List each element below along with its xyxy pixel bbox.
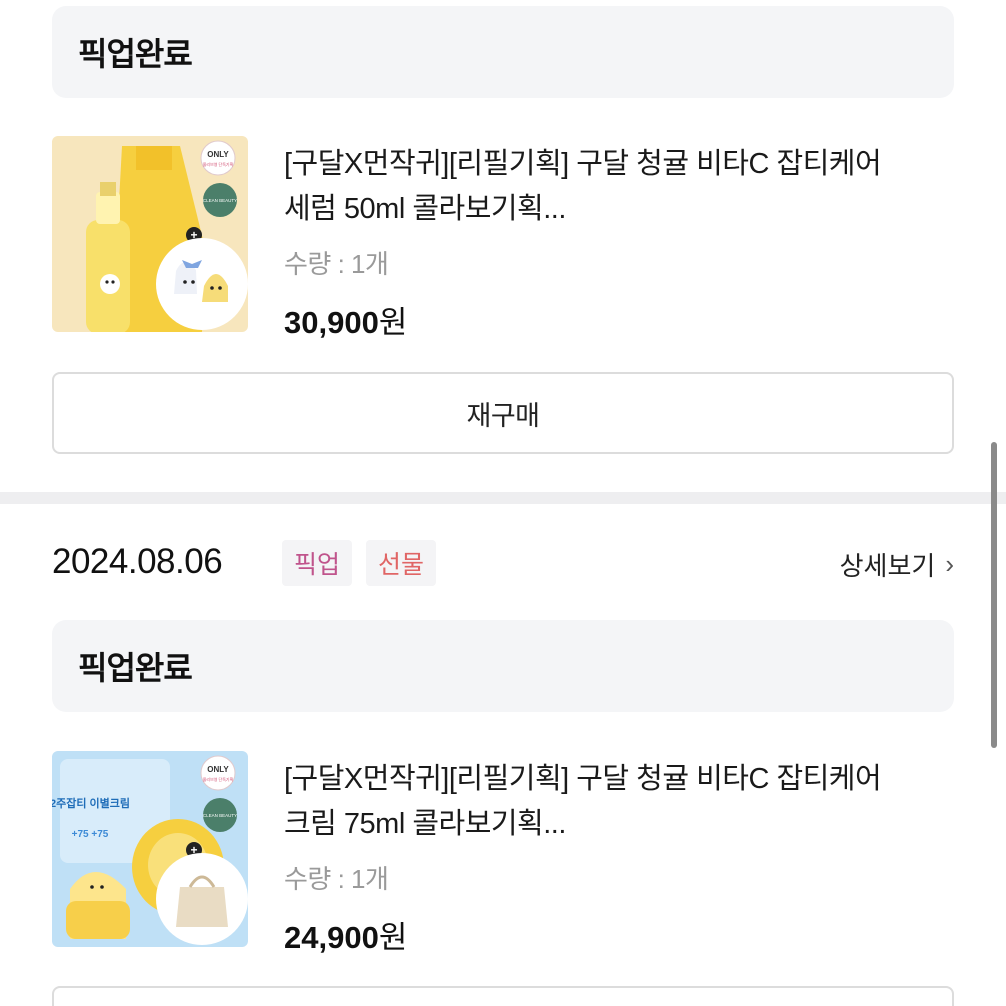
price-amount: 30,900 — [284, 305, 379, 340]
order-date: 2024.08.06 — [52, 542, 223, 581]
svg-text:올리브영 단독기획: 올리브영 단독기획 — [203, 776, 234, 782]
rebuy-button[interactable]: 재구매 — [52, 372, 954, 454]
serum-product-image: ONLY 올리브영 단독기획 CLEAN BEAUTY + — [52, 136, 248, 332]
product-price: 24,900원 — [284, 912, 884, 957]
order-divider — [0, 492, 1006, 504]
price-amount: 24,900 — [284, 920, 379, 955]
order-header: 2024.08.06 픽업 선물 상세보기 › — [52, 540, 954, 588]
gift-tag: 선물 — [366, 540, 437, 586]
order-detail-label: 상세보기 — [839, 551, 936, 581]
product-info: [구달X먼작귀][리필기획] 구달 청귤 비타C 잡티케어 세럼 50ml 콜라… — [284, 142, 884, 342]
svg-text:올리브영 단독기획: 올리브영 단독기획 — [203, 161, 234, 167]
price-currency: 원 — [378, 305, 408, 340]
svg-text:CLEAN BEAUTY: CLEAN BEAUTY — [203, 813, 237, 818]
svg-text:+75 +75: +75 +75 — [72, 829, 109, 840]
svg-text:ONLY: ONLY — [207, 150, 229, 159]
product-title[interactable]: [구달X먼작귀][리필기획] 구달 청귤 비타C 잡티케어 크림 75ml 콜라… — [284, 757, 884, 847]
order-status-label: 픽업완료 — [78, 36, 193, 72]
svg-text:ONLY: ONLY — [207, 765, 229, 774]
order-status-bar: 픽업완료 — [52, 6, 954, 98]
product-thumbnail[interactable]: 2주잡티 이별크림 +75 +75 ONLY 올리브영 단독기획 CLEAN B… — [52, 751, 248, 947]
order-status-bar: 픽업완료 — [52, 620, 954, 712]
product-item[interactable]: ONLY 올리브영 단독기획 CLEAN BEAUTY + [구달X먼작귀][리… — [52, 136, 954, 340]
product-info: [구달X먼작귀][리필기획] 구달 청귤 비타C 잡티케어 크림 75ml 콜라… — [284, 757, 884, 957]
scrollbar[interactable] — [991, 442, 997, 748]
order-detail-link[interactable]: 상세보기 › — [840, 546, 954, 583]
product-item[interactable]: 2주잡티 이별크림 +75 +75 ONLY 올리브영 단독기획 CLEAN B… — [52, 751, 954, 955]
product-quantity: 수량 : 1개 — [284, 249, 389, 279]
price-currency: 원 — [378, 920, 408, 955]
cream-product-image: 2주잡티 이별크림 +75 +75 ONLY 올리브영 단독기획 CLEAN B… — [52, 751, 248, 947]
rebuy-button-label: 재구매 — [466, 400, 540, 431]
product-title[interactable]: [구달X먼작귀][리필기획] 구달 청귤 비타C 잡티케어 세럼 50ml 콜라… — [284, 142, 884, 232]
product-price: 30,900원 — [284, 297, 884, 342]
svg-text:2주잡티 이별크림: 2주잡티 이별크림 — [52, 796, 130, 810]
product-thumbnail[interactable]: ONLY 올리브영 단독기획 CLEAN BEAUTY + — [52, 136, 248, 332]
product-quantity: 수량 : 1개 — [284, 864, 389, 894]
chevron-right-icon: › — [945, 549, 954, 579]
order-status-label: 픽업완료 — [78, 650, 193, 686]
svg-text:CLEAN BEAUTY: CLEAN BEAUTY — [203, 198, 237, 203]
pickup-tag: 픽업 — [282, 540, 353, 586]
rebuy-button[interactable] — [52, 986, 954, 1006]
